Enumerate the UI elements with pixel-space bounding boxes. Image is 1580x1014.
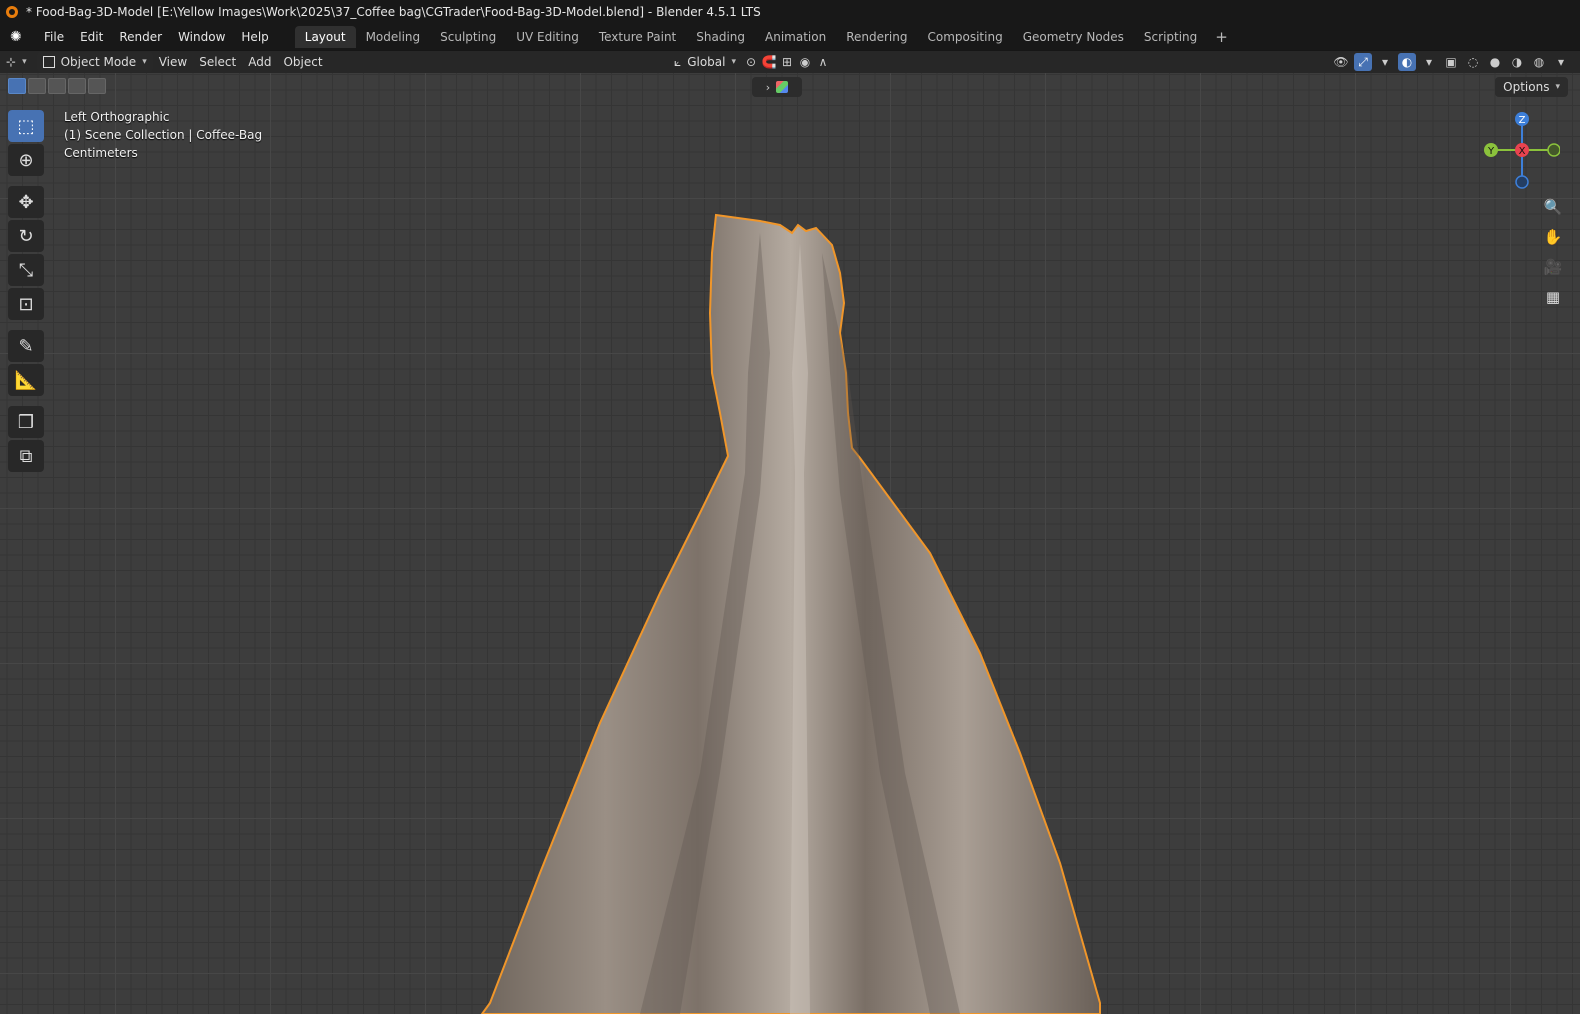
- zoom-icon[interactable]: 🔍: [1540, 194, 1566, 220]
- tab-shading[interactable]: Shading: [686, 26, 755, 48]
- select-extend-icon[interactable]: [28, 78, 46, 94]
- move-tool-icon[interactable]: ✥: [8, 186, 44, 218]
- chevron-down-icon: ▾: [1555, 82, 1560, 92]
- blender-logo-icon: [6, 6, 18, 18]
- view-name: Left Orthographic: [64, 110, 170, 124]
- annotate-tool-icon[interactable]: ✎: [8, 330, 44, 362]
- select-subtract-icon[interactable]: [48, 78, 66, 94]
- title-bar: * Food-Bag-3D-Model [E:\Yellow Images\Wo…: [0, 0, 1580, 24]
- rendered-shading-icon[interactable]: ◍: [1530, 53, 1548, 71]
- gizmo-toggle-icon[interactable]: ⤢: [1354, 53, 1372, 71]
- menu-help[interactable]: Help: [233, 24, 276, 50]
- navigation-gizmo[interactable]: Z Y X: [1480, 110, 1560, 190]
- tool-shelf: ⬚ ⊕ ✥ ↻ ⤡ ⊡ ✎ 📐 ❒ ⧉: [8, 108, 48, 474]
- x-axis-label: X: [1519, 146, 1526, 157]
- bag-outline: [480, 213, 1101, 1014]
- object-color-icon: [776, 81, 789, 93]
- menu-render[interactable]: Render: [111, 24, 170, 50]
- transform-tools: ⟀ Global ▾ ⊙ 🧲 ⊞ ◉ ∧: [668, 51, 832, 73]
- select-box-tool-icon[interactable]: ⬚: [8, 110, 44, 142]
- tab-compositing[interactable]: Compositing: [917, 26, 1012, 48]
- chevron-down-icon[interactable]: ▾: [1420, 53, 1438, 71]
- scene-collection: (1) Scene Collection | Coffee-Bag: [64, 128, 263, 142]
- object-mode-icon: [42, 56, 55, 68]
- menu-add[interactable]: Add: [242, 52, 277, 72]
- tab-rendering[interactable]: Rendering: [836, 26, 917, 48]
- chevron-down-icon: ▾: [731, 57, 737, 67]
- blender-menu-icon[interactable]: ✺: [10, 29, 26, 45]
- add-workspace-icon[interactable]: +: [1207, 28, 1236, 46]
- chevron-down-icon: ▾: [142, 57, 147, 67]
- chevron-down-icon[interactable]: ▾: [1376, 53, 1394, 71]
- tab-geometry-nodes[interactable]: Geometry Nodes: [1013, 26, 1134, 48]
- z-axis-label: Z: [1519, 115, 1526, 126]
- menu-window[interactable]: Window: [170, 24, 233, 50]
- options-dropdown[interactable]: Options ▾: [1495, 77, 1568, 97]
- tab-modeling[interactable]: Modeling: [356, 26, 431, 48]
- neg-y-axis-handle[interactable]: [1547, 143, 1560, 157]
- wireframe-shading-icon[interactable]: ◌: [1464, 53, 1482, 71]
- chevron-right-icon: ›: [765, 80, 771, 94]
- solid-shading-icon[interactable]: ●: [1486, 53, 1504, 71]
- viewport-header: ⊹ ▾ Object Mode ▾ View Select Add Object …: [0, 50, 1580, 73]
- material-shading-icon[interactable]: ◑: [1508, 53, 1526, 71]
- xray-icon[interactable]: ▣: [1442, 53, 1460, 71]
- menu-view[interactable]: View: [153, 52, 193, 72]
- editor-type-icon[interactable]: ⊹ ▾: [0, 52, 33, 72]
- pan-hand-icon[interactable]: ✋: [1540, 224, 1566, 250]
- tab-uv-editing[interactable]: UV Editing: [506, 26, 589, 48]
- add-cube-tool-icon[interactable]: ❒: [8, 406, 44, 438]
- overlay-toggle-icon[interactable]: ◐: [1398, 53, 1416, 71]
- pivot-icon[interactable]: ⊙: [742, 53, 760, 71]
- orientation-icon: ⟀: [674, 54, 682, 69]
- coffee-bag-mesh[interactable]: [0, 73, 1580, 1014]
- tab-animation[interactable]: Animation: [755, 26, 836, 48]
- falloff-icon[interactable]: ∧: [814, 53, 832, 71]
- snap-target-icon[interactable]: ⊞: [778, 53, 796, 71]
- workspace-tabs: Layout Modeling Sculpting UV Editing Tex…: [294, 26, 1236, 48]
- select-invert-icon[interactable]: [68, 78, 86, 94]
- transform-tool-icon[interactable]: ⊡: [8, 288, 44, 320]
- menu-select[interactable]: Select: [193, 52, 242, 72]
- menu-edit[interactable]: Edit: [72, 24, 111, 50]
- neg-z-axis-handle[interactable]: [1515, 175, 1529, 189]
- y-axis-label: Y: [1487, 146, 1495, 157]
- snap-icon[interactable]: 🧲: [760, 53, 778, 71]
- ortho-grid-icon[interactable]: ▦: [1540, 284, 1566, 310]
- menu-file[interactable]: File: [36, 24, 72, 50]
- select-mode-buttons: [8, 78, 106, 94]
- options-label: Options: [1503, 80, 1550, 94]
- unit-system: Centimeters: [64, 146, 138, 160]
- cursor-tool-icon[interactable]: ⊕: [8, 144, 44, 176]
- scale-tool-icon[interactable]: ⤡: [8, 254, 44, 286]
- add-primitive-tool-icon[interactable]: ⧉: [8, 440, 44, 472]
- measure-tool-icon[interactable]: 📐: [8, 364, 44, 396]
- window-title: * Food-Bag-3D-Model [E:\Yellow Images\Wo…: [26, 5, 761, 19]
- menu-object[interactable]: Object: [277, 52, 328, 72]
- orientation-dropdown[interactable]: ⟀ Global ▾: [668, 52, 742, 72]
- visibility-icon[interactable]: 👁: [1332, 53, 1350, 71]
- mode-dropdown[interactable]: Object Mode ▾: [36, 52, 153, 72]
- sidebar-collapse-button[interactable]: ›: [752, 77, 802, 97]
- tab-layout[interactable]: Layout: [294, 26, 356, 48]
- orientation-label: Global: [687, 55, 726, 69]
- mode-label: Object Mode: [60, 55, 137, 69]
- proportional-edit-icon[interactable]: ◉: [796, 53, 814, 71]
- tab-sculpting[interactable]: Sculpting: [430, 26, 506, 48]
- viewport-info: Left Orthographic (1) Scene Collection |…: [64, 108, 262, 162]
- top-menu-bar: ✺ File Edit Render Window Help Layout Mo…: [0, 24, 1580, 50]
- select-intersect-icon[interactable]: [88, 78, 106, 94]
- tab-scripting[interactable]: Scripting: [1134, 26, 1207, 48]
- tab-texture-paint[interactable]: Texture Paint: [589, 26, 686, 48]
- viewport-display-tools: 👁 ⤢ ▾ ◐ ▾ ▣ ◌ ● ◑ ◍ ▾: [1332, 51, 1570, 73]
- rotate-tool-icon[interactable]: ↻: [8, 220, 44, 252]
- chevron-down-icon[interactable]: ▾: [1552, 53, 1570, 71]
- select-new-icon[interactable]: [8, 78, 26, 94]
- camera-view-icon[interactable]: 🎥: [1540, 254, 1566, 280]
